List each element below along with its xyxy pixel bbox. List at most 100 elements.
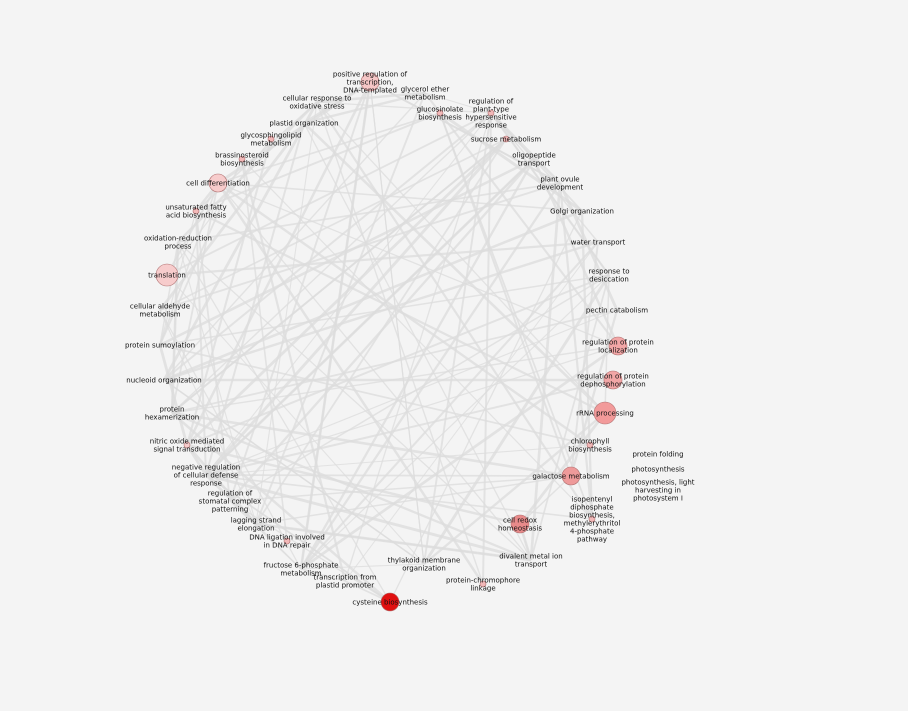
node-label: nitric oxide mediated signal transduction (150, 438, 224, 454)
node-label: Golgi organization (550, 208, 614, 216)
node-label-line: protein (160, 406, 185, 414)
node-label-line: oxidative stress (290, 103, 345, 111)
node-label-line: transcription from (313, 574, 376, 582)
node-label-line: divalent metal ion (499, 553, 562, 561)
node-label-line: fructose 6-phosphate (264, 562, 339, 570)
node-label-line: dephosphorylation (580, 381, 645, 389)
node-label-line: linkage (470, 585, 495, 593)
node-label: glucosinolate biosynthesis (417, 106, 464, 122)
node-label: glycerol ether metabolism (401, 86, 450, 102)
network-edge (423, 112, 492, 565)
node-label-line: oligopeptide (512, 152, 556, 160)
network-edge (369, 81, 561, 184)
node-label: divalent metal ion transport (499, 553, 562, 569)
node-label-line: development (537, 184, 583, 192)
node-label-line: pectin catabolism (586, 307, 648, 315)
node-label-line: metabolism (139, 311, 180, 319)
node-label: cellular response to oxidative stress (283, 95, 352, 111)
node-label-line: 4-phosphate (570, 528, 614, 536)
node-label-line: cellular aldehyde (130, 303, 190, 311)
node-label: cell redox homeostasis (498, 517, 542, 533)
node-label-line: photosynthesis, light (621, 479, 694, 487)
node-label: photosynthesis, light harvesting in photos… (621, 479, 694, 503)
node-label-line: biosynthesis (220, 160, 264, 168)
node-label-line: DNA ligation involved (249, 534, 325, 542)
node-label-line: process (165, 243, 192, 251)
node-label-line: cysteine biosynthesis (352, 599, 428, 607)
node-label-line: lagging strand (231, 517, 282, 525)
node-label-line: organization (402, 565, 446, 573)
node-label-line: regulation of (469, 98, 514, 106)
node-label: plant ovule development (537, 176, 583, 192)
node-label-line: response to (588, 268, 629, 276)
node-label-line: hypersensitive (465, 114, 516, 122)
node-label-line: desiccation (589, 276, 629, 284)
node-label-line: response (475, 122, 507, 130)
node-label-line: diphosphate (570, 504, 613, 512)
node-label-line: water transport (571, 239, 626, 247)
node-label: regulation of plant-type hypersensitive res… (465, 98, 516, 130)
node-label-line: unsaturated fatty (165, 204, 226, 212)
node-label: positive regulation of transcription, DNA-… (333, 71, 408, 95)
node-label-line: localization (598, 347, 638, 355)
node-label-line: cellular response to (283, 95, 352, 103)
node-label: protein folding (632, 451, 683, 459)
network-edge (171, 411, 532, 562)
node-label-line: sucrose metabolism (471, 136, 542, 144)
node-label-line: nucleoid organization (126, 377, 201, 385)
node-label: galactose metabolism (532, 473, 609, 481)
node-label-line: nitric oxide mediated (150, 438, 224, 446)
node-label: photosynthesis (631, 466, 684, 474)
node-label-line: isopentenyl (572, 496, 613, 504)
node-label-line: cell redox (503, 517, 537, 525)
node-label-line: metabolism (404, 94, 445, 102)
node-label-line: acid biosynthesis (166, 212, 227, 220)
node-label: lagging strand elongation (231, 517, 282, 533)
node-label-line: metabolism (250, 140, 291, 148)
node-label-line: photosynthesis (631, 466, 684, 474)
node-label-line: rRNA processing (576, 410, 634, 418)
node-label: nucleoid organization (126, 377, 201, 385)
node-label: cysteine biosynthesis (352, 599, 428, 607)
node-label-line: homeostasis (498, 525, 542, 533)
node-label: unsaturated fatty acid biosynthesis (165, 204, 226, 220)
node-label-line: transcription, (347, 79, 394, 87)
node-label: negative regulation of cellular defense re… (172, 464, 240, 488)
node-label-line: patterning (212, 506, 249, 514)
node-label: protein-chromophore linkage (446, 577, 520, 593)
go-term-network: positive regulation of transcription, DNA-… (125, 71, 695, 612)
node-label: brassinosteroid biosynthesis (215, 152, 269, 168)
node-label-line: brassinosteroid (215, 152, 269, 160)
network-edge (159, 138, 507, 311)
node-label-line: Golgi organization (550, 208, 614, 216)
node-label: cellular aldehyde metabolism (130, 303, 190, 319)
node-label-line: plastid promoter (316, 582, 374, 590)
node-label-line: regulation of protein (577, 373, 649, 381)
node-label-line: of cellular defense (174, 472, 239, 480)
node-label: protein sumoylation (125, 342, 195, 350)
node-label-line: elongation (237, 525, 274, 533)
node-label-line: in DNA repair (264, 542, 311, 550)
node-label-line: chlorophyll (571, 438, 609, 446)
node-label: regulation of protein localization (582, 339, 654, 355)
node-label: regulation of protein dephosphorylation (577, 373, 649, 389)
node-label-line: pathway (577, 536, 607, 544)
node-label-line: glycerol ether (401, 86, 450, 94)
node-label: response to desiccation (588, 268, 629, 284)
node-label: oligopeptide transport (512, 152, 556, 168)
node-label-line: protein folding (632, 451, 683, 459)
node-label: pectin catabolism (586, 307, 648, 315)
node-label-line: hexamerization (145, 414, 199, 422)
node-label-line: biosynthesis (568, 446, 612, 454)
node-label: transcription from plastid promoter (313, 574, 376, 590)
node-label-line: transport (518, 160, 551, 168)
node-label-line: glucosinolate (417, 106, 464, 114)
node-label: sucrose metabolism (471, 136, 542, 144)
node-label-line: signal transduction (153, 446, 220, 454)
node-label-line: positive regulation of (333, 71, 408, 79)
node-label-line: response (190, 480, 222, 488)
node-label: chlorophyll biosynthesis (568, 438, 612, 454)
node-label-line: galactose metabolism (532, 473, 609, 481)
node-label-line: plant ovule (540, 176, 579, 184)
network-edge (163, 209, 583, 382)
